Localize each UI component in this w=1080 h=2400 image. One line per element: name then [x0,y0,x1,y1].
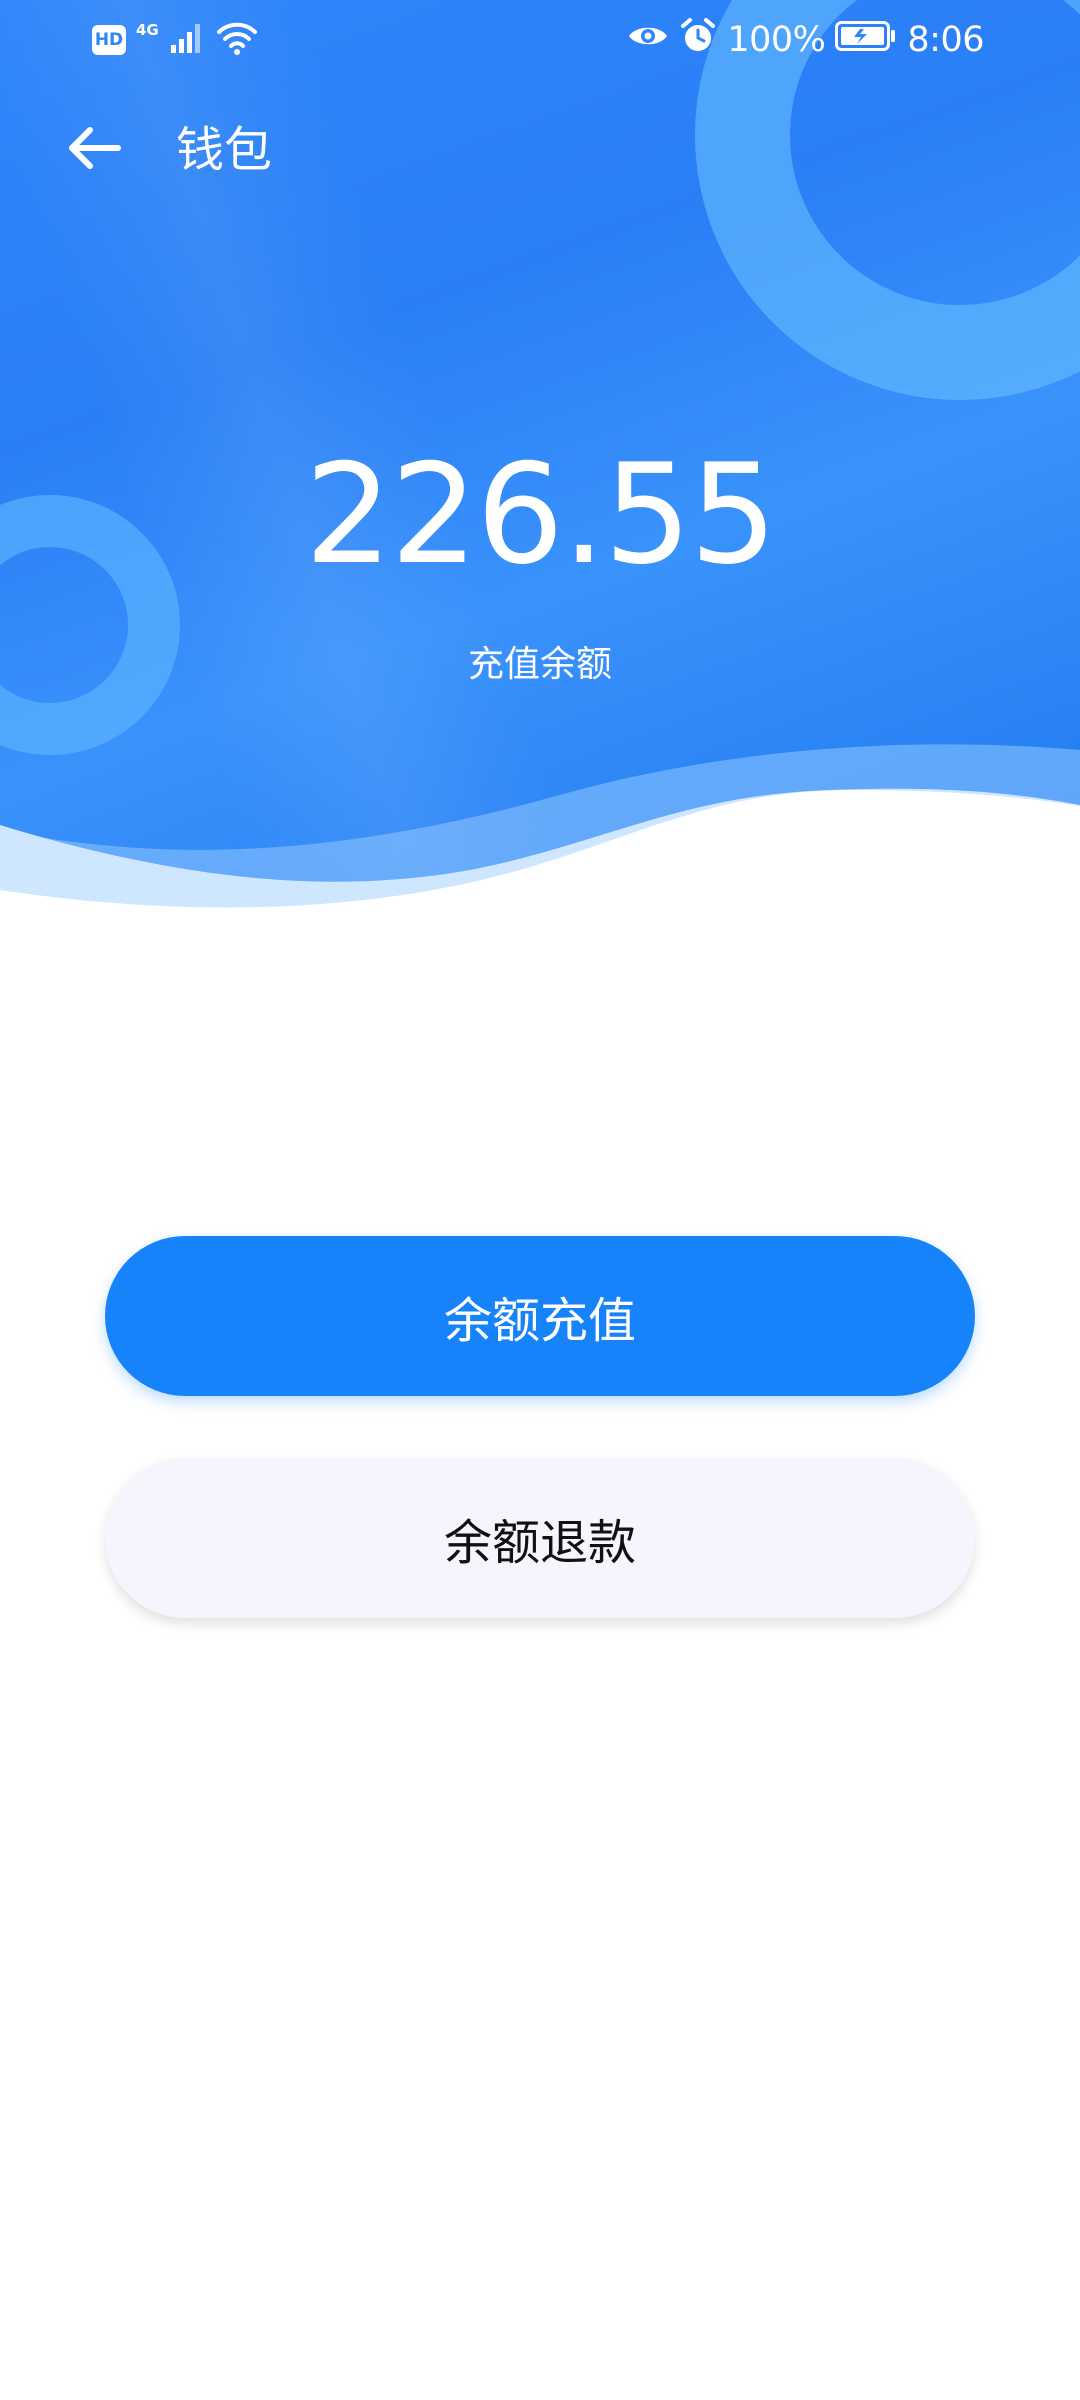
balance-amount: 226.55 [304,434,778,595]
status-bar: HD 4G 100% 8:06 [0,0,1080,80]
balance-label: 充值余额 [467,644,612,685]
back-button[interactable] [64,114,154,186]
signal-icon [169,21,205,59]
recharge-button-label: 余额充值 [443,1293,636,1349]
wifi-icon [215,20,259,60]
app-bar: 钱包 [0,100,1080,200]
hd-badge: HD [92,25,126,55]
alarm-icon [679,17,717,64]
status-clock: 8:06 [907,20,984,60]
wave-decoration [0,744,1080,920]
status-left-group: HD 4G [92,18,259,62]
battery-charging-icon [835,20,897,61]
refund-button-label: 余额退款 [443,1515,636,1571]
battery-percentage: 100% [727,20,826,60]
refund-button[interactable]: 余额退款 [105,1458,975,1618]
network-type-label: 4G [136,21,159,39]
status-right-group: 100% 8:06 [627,14,984,66]
wallet-screen: HD 4G 100% 8:06 钱包 226.55 充值余额 余额充值 余额退款 [0,0,1080,2400]
recharge-button[interactable]: 余额充值 [105,1236,975,1396]
page-title: 钱包 [176,122,273,178]
eye-icon [627,20,669,60]
arrow-left-icon [64,123,124,177]
